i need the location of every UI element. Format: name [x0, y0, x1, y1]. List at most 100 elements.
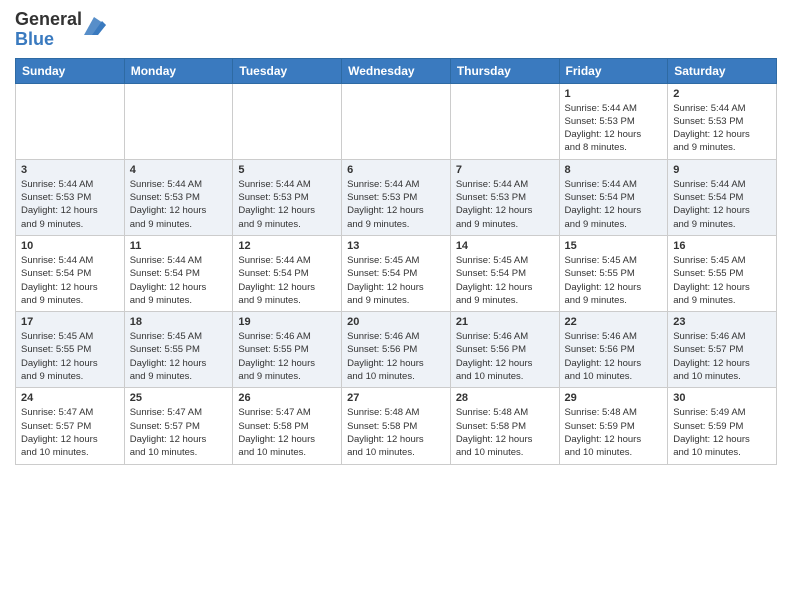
- calendar-cell: 21 Sunrise: 5:46 AMSunset: 5:56 PMDayligh…: [450, 312, 559, 388]
- calendar-cell: 7 Sunrise: 5:44 AMSunset: 5:53 PMDaylight…: [450, 159, 559, 235]
- day-info: Sunrise: 5:44 AMSunset: 5:53 PMDaylight:…: [456, 178, 554, 231]
- calendar-cell: 10Sunrise: 5:44 AMSunset: 5:54 PMDayligh…: [16, 235, 125, 311]
- day-number: 30: [673, 392, 771, 404]
- weekday-header-monday: Monday: [124, 58, 233, 83]
- day-info: Sunrise: 5:48 AMSunset: 5:58 PMDaylight:…: [347, 406, 445, 459]
- weekday-header-sunday: Sunday: [16, 58, 125, 83]
- calendar-week-row: 1 Sunrise: 5:44 AMSunset: 5:53 PMDaylight…: [16, 83, 777, 159]
- logo-blue: Blue: [15, 29, 54, 49]
- calendar-cell: 15Sunrise: 5:45 AMSunset: 5:55 PMDayligh…: [559, 235, 668, 311]
- calendar-cell: 6 Sunrise: 5:44 AMSunset: 5:53 PMDaylight…: [342, 159, 451, 235]
- day-info: Sunrise: 5:45 AMSunset: 5:54 PMDaylight:…: [456, 254, 554, 307]
- day-number: 17: [21, 316, 119, 328]
- day-number: 1: [565, 88, 663, 100]
- day-info: Sunrise: 5:49 AMSunset: 5:59 PMDaylight:…: [673, 406, 771, 459]
- calendar-cell: 4Sunrise: 5:44 AMSunset: 5:53 PMDaylight…: [124, 159, 233, 235]
- calendar-cell: [124, 83, 233, 159]
- day-number: 26: [238, 392, 336, 404]
- calendar-cell: 30 Sunrise: 5:49 AMSunset: 5:59 PMDayligh…: [668, 388, 777, 464]
- calendar-cell: 9 Sunrise: 5:44 AMSunset: 5:54 PMDaylight…: [668, 159, 777, 235]
- calendar-cell: [233, 83, 342, 159]
- day-number: 7: [456, 164, 554, 176]
- page: General Blue SundayMondayTuesdayWednesda…: [0, 0, 792, 480]
- day-info: Sunrise: 5:44 AMSunset: 5:54 PMDaylight:…: [565, 178, 663, 231]
- day-number: 28: [456, 392, 554, 404]
- day-info: Sunrise: 5:44 AMSunset: 5:54 PMDaylight:…: [673, 178, 771, 231]
- header: General Blue: [15, 10, 777, 50]
- day-number: 21: [456, 316, 554, 328]
- calendar-cell: 22 Sunrise: 5:46 AMSunset: 5:56 PMDayligh…: [559, 312, 668, 388]
- calendar-cell: 11 Sunrise: 5:44 AMSunset: 5:54 PMDayligh…: [124, 235, 233, 311]
- weekday-header-row: SundayMondayTuesdayWednesdayThursdayFrid…: [16, 58, 777, 83]
- day-info: Sunrise: 5:46 AMSunset: 5:56 PMDaylight:…: [456, 330, 554, 383]
- calendar-cell: 23Sunrise: 5:46 AMSunset: 5:57 PMDayligh…: [668, 312, 777, 388]
- calendar-cell: 25 Sunrise: 5:47 AMSunset: 5:57 PMDayligh…: [124, 388, 233, 464]
- calendar-cell: 16Sunrise: 5:45 AMSunset: 5:55 PMDayligh…: [668, 235, 777, 311]
- calendar-cell: 29 Sunrise: 5:48 AMSunset: 5:59 PMDayligh…: [559, 388, 668, 464]
- day-info: Sunrise: 5:44 AMSunset: 5:54 PMDaylight:…: [238, 254, 336, 307]
- day-info: Sunrise: 5:44 AMSunset: 5:53 PMDaylight:…: [21, 178, 119, 231]
- day-number: 29: [565, 392, 663, 404]
- calendar-week-row: 3 Sunrise: 5:44 AMSunset: 5:53 PMDaylight…: [16, 159, 777, 235]
- day-number: 10: [21, 240, 119, 252]
- day-info: Sunrise: 5:45 AMSunset: 5:55 PMDaylight:…: [21, 330, 119, 383]
- day-info: Sunrise: 5:46 AMSunset: 5:56 PMDaylight:…: [347, 330, 445, 383]
- day-number: 13: [347, 240, 445, 252]
- day-info: Sunrise: 5:48 AMSunset: 5:59 PMDaylight:…: [565, 406, 663, 459]
- day-number: 6: [347, 164, 445, 176]
- day-number: 8: [565, 164, 663, 176]
- day-number: 2: [673, 88, 771, 100]
- day-number: 24: [21, 392, 119, 404]
- calendar-cell: [450, 83, 559, 159]
- calendar-cell: 18Sunrise: 5:45 AMSunset: 5:55 PMDayligh…: [124, 312, 233, 388]
- calendar-cell: 1 Sunrise: 5:44 AMSunset: 5:53 PMDaylight…: [559, 83, 668, 159]
- calendar-week-row: 17 Sunrise: 5:45 AMSunset: 5:55 PMDayligh…: [16, 312, 777, 388]
- logo-general: General: [15, 9, 82, 29]
- day-number: 14: [456, 240, 554, 252]
- day-info: Sunrise: 5:44 AMSunset: 5:54 PMDaylight:…: [130, 254, 228, 307]
- calendar-week-row: 10 Sunrise: 5:44 AMSunset: 5:54 PMDayligh…: [16, 235, 777, 311]
- weekday-header-friday: Friday: [559, 58, 668, 83]
- calendar-cell: 27Sunrise: 5:48 AMSunset: 5:58 PMDayligh…: [342, 388, 451, 464]
- logo-text: General Blue: [15, 10, 82, 50]
- calendar-cell: [16, 83, 125, 159]
- day-number: 22: [565, 316, 663, 328]
- calendar-cell: 8 Sunrise: 5:44 AMSunset: 5:54 PMDaylight…: [559, 159, 668, 235]
- calendar-cell: 20 Sunrise: 5:46 AMSunset: 5:56 PMDayligh…: [342, 312, 451, 388]
- calendar-cell: 19 Sunrise: 5:46 AMSunset: 5:55 PMDayligh…: [233, 312, 342, 388]
- day-number: 19: [238, 316, 336, 328]
- day-info: Sunrise: 5:44 AMSunset: 5:53 PMDaylight:…: [347, 178, 445, 231]
- day-number: 12: [238, 240, 336, 252]
- day-info: Sunrise: 5:47 AMSunset: 5:58 PMDaylight:…: [238, 406, 336, 459]
- day-info: Sunrise: 5:45 AMSunset: 5:55 PMDaylight:…: [673, 254, 771, 307]
- calendar-week-row: 24 Sunrise: 5:47 AMSunset: 5:57 PMDayligh…: [16, 388, 777, 464]
- calendar-cell: 26 Sunrise: 5:47 AMSunset: 5:58 PMDayligh…: [233, 388, 342, 464]
- weekday-header-saturday: Saturday: [668, 58, 777, 83]
- calendar-cell: [342, 83, 451, 159]
- day-number: 3: [21, 164, 119, 176]
- day-info: Sunrise: 5:44 AMSunset: 5:53 PMDaylight:…: [565, 102, 663, 155]
- day-info: Sunrise: 5:48 AMSunset: 5:58 PMDaylight:…: [456, 406, 554, 459]
- day-info: Sunrise: 5:46 AMSunset: 5:57 PMDaylight:…: [673, 330, 771, 383]
- calendar-cell: 24 Sunrise: 5:47 AMSunset: 5:57 PMDayligh…: [16, 388, 125, 464]
- day-number: 15: [565, 240, 663, 252]
- logo-area: General Blue: [15, 10, 106, 50]
- calendar-cell: 14 Sunrise: 5:45 AMSunset: 5:54 PMDayligh…: [450, 235, 559, 311]
- day-info: Sunrise: 5:46 AMSunset: 5:55 PMDaylight:…: [238, 330, 336, 383]
- day-info: Sunrise: 5:47 AMSunset: 5:57 PMDaylight:…: [130, 406, 228, 459]
- calendar-cell: 3 Sunrise: 5:44 AMSunset: 5:53 PMDaylight…: [16, 159, 125, 235]
- calendar-cell: 28 Sunrise: 5:48 AMSunset: 5:58 PMDayligh…: [450, 388, 559, 464]
- day-number: 20: [347, 316, 445, 328]
- calendar-cell: 12 Sunrise: 5:44 AMSunset: 5:54 PMDayligh…: [233, 235, 342, 311]
- calendar-cell: 17 Sunrise: 5:45 AMSunset: 5:55 PMDayligh…: [16, 312, 125, 388]
- day-number: 11: [130, 240, 228, 252]
- day-number: 4: [130, 164, 228, 176]
- day-number: 25: [130, 392, 228, 404]
- weekday-header-wednesday: Wednesday: [342, 58, 451, 83]
- day-info: Sunrise: 5:46 AMSunset: 5:56 PMDaylight:…: [565, 330, 663, 383]
- day-number: 9: [673, 164, 771, 176]
- weekday-header-thursday: Thursday: [450, 58, 559, 83]
- calendar-cell: 13Sunrise: 5:45 AMSunset: 5:54 PMDayligh…: [342, 235, 451, 311]
- weekday-header-tuesday: Tuesday: [233, 58, 342, 83]
- day-info: Sunrise: 5:47 AMSunset: 5:57 PMDaylight:…: [21, 406, 119, 459]
